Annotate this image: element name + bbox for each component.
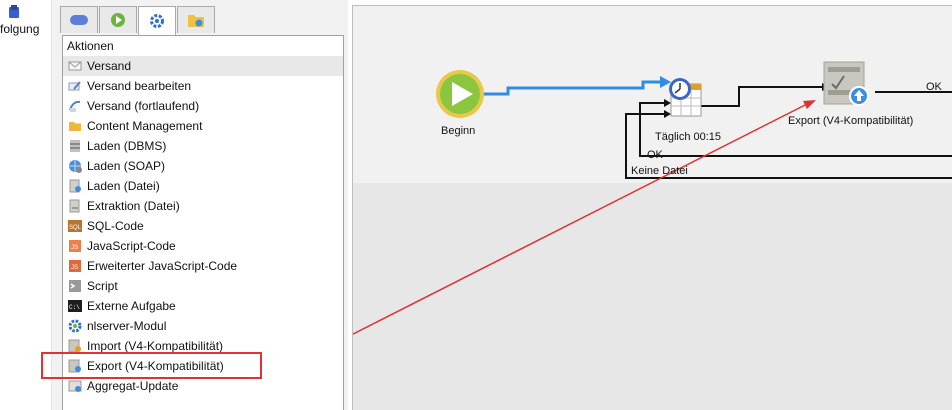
activity-item-versand-bearbeiten[interactable]: Versand bearbeiten — [63, 76, 343, 96]
transition-label-ok-bottom: OK — [647, 149, 663, 161]
begin-label: Beginn — [441, 125, 476, 137]
list-header: Aktionen — [67, 39, 114, 53]
panel-tabs — [60, 6, 216, 35]
activity-item-extraktion-datei[interactable]: Extraktion (Datei) — [63, 196, 343, 216]
activity-item-laden-soap[interactable]: Laden (SOAP) — [63, 156, 343, 176]
file-extract-icon — [68, 199, 82, 213]
transition-label-no-file: Keine Datei — [631, 165, 688, 177]
activity-item-label: Externe Aufgabe — [87, 299, 176, 313]
activity-item-laden-dbms[interactable]: Laden (DBMS) — [63, 136, 343, 156]
gear-icon — [150, 14, 164, 28]
tab-gear[interactable] — [138, 6, 176, 35]
import-icon — [68, 339, 82, 353]
activity-item-label: Extraktion (Datei) — [87, 199, 180, 213]
activity-item-label: Versand (fortlaufend) — [87, 99, 200, 113]
activity-item-label: JavaScript-Code — [87, 239, 176, 253]
activity-item-javascript-code[interactable]: JS JavaScript-Code — [63, 236, 343, 256]
activity-item-label: Versand — [87, 59, 132, 73]
activity-item-versand[interactable]: Versand — [63, 56, 343, 76]
activity-item-label: Content Management — [87, 119, 203, 133]
activity-item-label: nlserver-Modul — [87, 319, 167, 333]
activity-item-laden-datei[interactable]: Laden (Datei) — [63, 176, 343, 196]
envelope-icon — [68, 59, 82, 73]
activity-item-label: Laden (Datei) — [87, 179, 160, 193]
database-load-icon — [68, 139, 82, 153]
svg-text:C:\: C:\ — [69, 304, 80, 311]
sql-icon: SQL — [68, 219, 82, 233]
activity-panel: Aktionen Versand Versand bearbeiten Versan… — [52, 0, 348, 410]
aggregate-update-icon — [68, 379, 82, 393]
activity-item-label: Aggregat-Update — [87, 379, 179, 393]
svg-text:JS: JS — [71, 245, 78, 251]
activity-item-erweiterter-javascript-code[interactable]: JS Erweiterter JavaScript-Code — [63, 256, 343, 276]
play-icon — [111, 13, 125, 27]
workflow-canvas[interactable]: Beginn Täglich 00:15 Export (V4-Kompatib… — [352, 5, 952, 410]
globe-load-icon — [68, 159, 82, 173]
workflow-canvas-area: Beginn Täglich 00:15 Export (V4-Kompatib… — [348, 0, 952, 410]
svg-text:SQL: SQL — [69, 225, 82, 231]
left-nav: folgung — [0, 0, 52, 410]
activity-item-externe-aufgabe[interactable]: C:\ Externe Aufgabe — [63, 296, 343, 316]
activity-item-label: Laden (SOAP) — [87, 159, 166, 173]
javascript-icon: JS — [68, 239, 82, 253]
activity-item-label: Script — [87, 279, 118, 293]
activity-item-label: Laden (DBMS) — [87, 139, 167, 153]
script-icon — [68, 279, 82, 293]
bookmark-icon[interactable] — [8, 5, 20, 19]
activity-item-label: Versand bearbeiten — [87, 79, 192, 93]
activity-item-nlserver-modul[interactable]: nlserver-Modul — [63, 316, 343, 336]
file-load-icon — [68, 179, 82, 193]
nav-label[interactable]: folgung — [0, 22, 39, 36]
cloud-icon — [70, 15, 88, 25]
workflow-editor: folgung Aktionen Versand Versand bearbeit… — [0, 0, 952, 410]
activity-item-script[interactable]: Script — [63, 276, 343, 296]
activity-item-aggregat-update[interactable]: Aggregat-Update — [63, 376, 343, 396]
scheduler-label: Täglich 00:15 — [655, 131, 722, 143]
activity-item-label: Erweiterter JavaScript-Code — [87, 259, 238, 273]
svg-text:JS: JS — [71, 265, 78, 271]
activity-item-label: SQL-Code — [87, 219, 144, 233]
module-gear-icon — [68, 319, 82, 333]
continuous-delivery-icon — [68, 99, 82, 113]
tab-play[interactable] — [99, 6, 137, 33]
transition-label-ok-top: OK — [926, 81, 942, 93]
activity-item-sql-code[interactable]: SQL SQL-Code — [63, 216, 343, 236]
activity-item-versand-fortlaufend[interactable]: Versand (fortlaufend) — [63, 96, 343, 116]
annotation-highlight-box — [41, 352, 262, 379]
edit-delivery-icon — [68, 79, 82, 93]
tab-cloud[interactable] — [60, 6, 98, 33]
tab-folder[interactable] — [177, 6, 215, 33]
terminal-icon: C:\ — [68, 299, 82, 313]
export-label: Export (V4-Kompatibilität) — [788, 115, 914, 127]
folder-icon — [188, 15, 204, 27]
activity-item-content-management[interactable]: Content Management — [63, 116, 343, 136]
activity-item-label: Import (V4-Kompatibilität) — [87, 339, 224, 353]
advanced-javascript-icon: JS — [68, 259, 82, 273]
folder-content-icon — [68, 119, 82, 133]
